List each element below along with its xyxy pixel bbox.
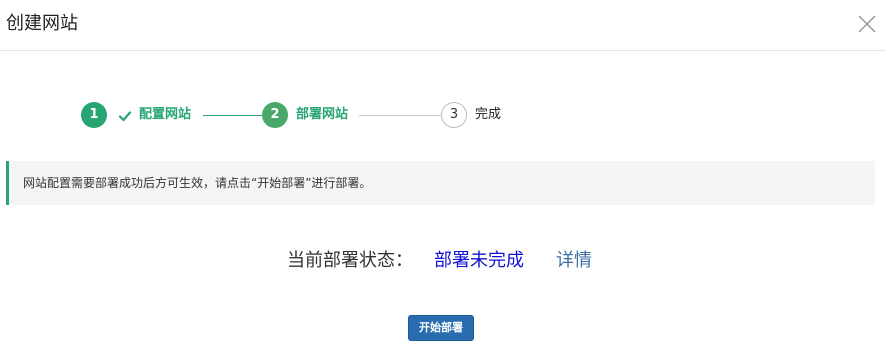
start-deploy-button[interactable]: 开始部署 xyxy=(408,315,474,341)
step-2-number: 2 xyxy=(262,102,288,128)
step-connector-2 xyxy=(359,115,441,116)
status-label: 当前部署状态： xyxy=(287,250,413,271)
check-icon xyxy=(118,111,132,122)
dialog-header: 创建网站 xyxy=(0,0,886,51)
close-icon[interactable] xyxy=(855,12,879,36)
dialog-title: 创建网站 xyxy=(6,13,78,34)
deploy-status-row: 当前部署状态： 部署未完成 详情 xyxy=(0,249,886,273)
step-indicator: 1 配置网站 2 部署网站 3 完成 xyxy=(0,100,886,132)
step-3-label: 完成 xyxy=(475,107,502,122)
details-link[interactable]: 详情 xyxy=(556,249,592,273)
deploy-notice: 网站配置需要部署成功后方可生效，请点击“开始部署”进行部署。 xyxy=(6,161,875,205)
step-connector-1 xyxy=(203,115,262,116)
step-2-label: 部署网站 xyxy=(296,107,349,122)
step-3-number: 3 xyxy=(441,102,467,128)
status-value: 部署未完成 xyxy=(434,250,524,271)
notice-text: 网站配置需要部署成功后方可生效，请点击“开始部署”进行部署。 xyxy=(23,176,372,190)
step-1-number: 1 xyxy=(81,102,107,128)
step-1-label: 配置网站 xyxy=(139,107,192,122)
